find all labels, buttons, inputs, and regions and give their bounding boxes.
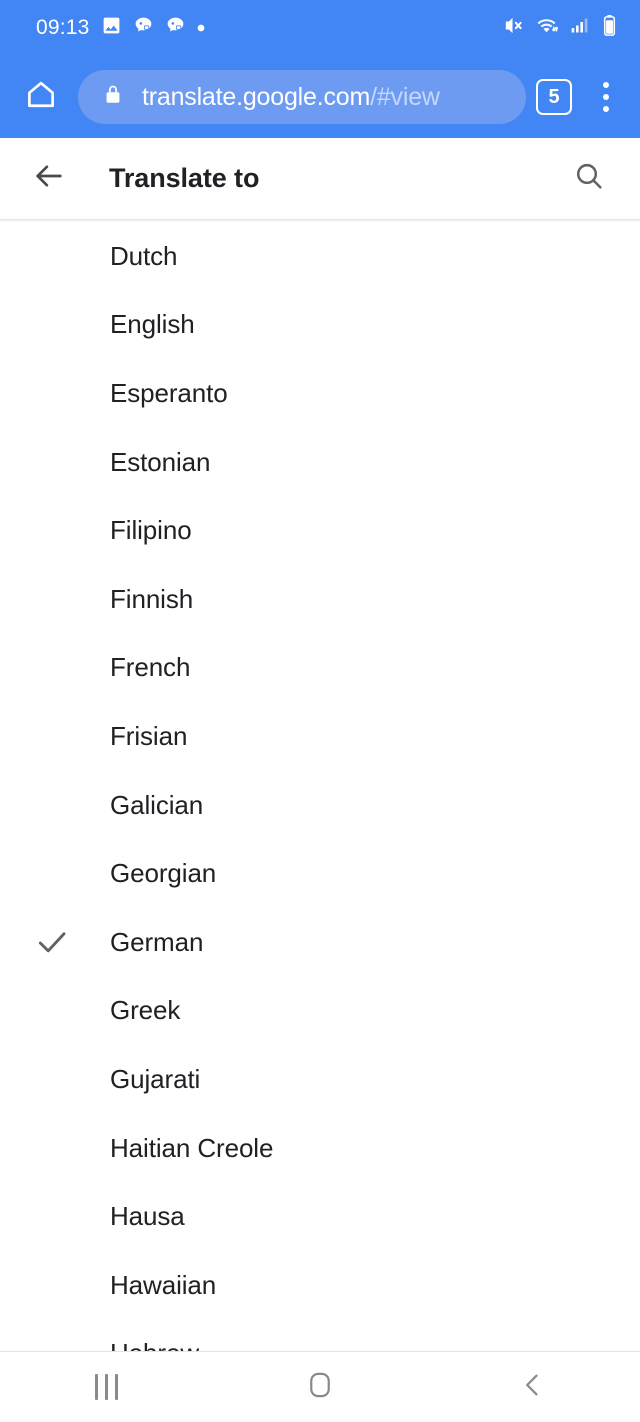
chat-bubble-icon bbox=[133, 15, 154, 41]
lock-icon bbox=[102, 83, 124, 112]
url-bar[interactable]: translate.google.com/#view bbox=[78, 70, 526, 124]
status-clock: 09:13 bbox=[36, 16, 90, 39]
nav-back-button[interactable] bbox=[427, 1352, 640, 1422]
language-list-item-label: Filipino bbox=[110, 515, 192, 546]
nav-recents-button[interactable] bbox=[0, 1352, 213, 1422]
language-list-item-label: French bbox=[110, 652, 191, 683]
language-list-item[interactable]: Greek bbox=[0, 977, 640, 1046]
home-button[interactable] bbox=[12, 68, 70, 126]
language-list-item-label: Frisian bbox=[110, 720, 188, 751]
status-bar-left: 09:13 bbox=[36, 15, 205, 41]
language-list-item-label: Estonian bbox=[110, 446, 211, 477]
back-arrow-icon bbox=[32, 159, 66, 198]
check-icon bbox=[0, 923, 110, 961]
url-text: translate.google.com/#view bbox=[142, 83, 440, 112]
battery-icon bbox=[601, 14, 618, 42]
status-bar-right bbox=[501, 14, 618, 42]
language-list-item[interactable]: Gujarati bbox=[0, 1045, 640, 1114]
phone-screen: 09:13 translate.google.com/#view 5 Trans… bbox=[0, 0, 640, 1422]
language-list-item[interactable]: Georgian bbox=[0, 839, 640, 908]
language-list-item-label: Esperanto bbox=[110, 377, 228, 408]
language-list-item[interactable]: Estonian bbox=[0, 428, 640, 497]
language-list-item[interactable]: Hebrew bbox=[0, 1320, 640, 1351]
cellular-signal-icon bbox=[569, 15, 590, 41]
chat-bubble-icon bbox=[165, 15, 186, 41]
language-list-item-label: Hausa bbox=[110, 1201, 185, 1232]
language-list-item-label: Finnish bbox=[110, 583, 194, 614]
home-icon bbox=[24, 78, 58, 117]
language-list-item[interactable]: Hausa bbox=[0, 1182, 640, 1251]
language-list-item-label: Dutch bbox=[110, 240, 178, 271]
back-button[interactable] bbox=[22, 152, 76, 206]
search-icon bbox=[573, 160, 605, 197]
language-list-item[interactable]: Galician bbox=[0, 771, 640, 840]
url-path: /#view bbox=[370, 82, 440, 111]
language-list-item-label: Hawaiian bbox=[110, 1269, 217, 1300]
language-list-item[interactable]: German bbox=[0, 908, 640, 977]
nav-home-button[interactable] bbox=[213, 1352, 426, 1422]
language-list-item[interactable]: Haitian Creole bbox=[0, 1114, 640, 1183]
language-list-item-label: German bbox=[110, 926, 204, 957]
kebab-menu-icon[interactable] bbox=[586, 74, 626, 120]
language-list[interactable]: Dutch English Esperanto Estonian Filipino Fin… bbox=[0, 222, 640, 1351]
kebab-dot bbox=[603, 82, 609, 88]
language-list-item-label: Haitian Creole bbox=[110, 1132, 274, 1163]
page-title: Translate to bbox=[109, 163, 260, 193]
language-list-item[interactable]: French bbox=[0, 634, 640, 703]
language-list-item-label: Greek bbox=[110, 995, 181, 1026]
tab-counter-button[interactable]: 5 bbox=[536, 79, 572, 115]
url-host: translate.google.com bbox=[142, 82, 371, 111]
language-list-item[interactable]: Finnish bbox=[0, 565, 640, 634]
mute-icon bbox=[501, 14, 524, 42]
tab-count-label: 5 bbox=[548, 85, 560, 108]
omnibox-row: translate.google.com/#view 5 bbox=[0, 56, 640, 138]
language-list-item[interactable]: English bbox=[0, 291, 640, 360]
back-icon bbox=[519, 1371, 547, 1404]
kebab-dot bbox=[603, 106, 609, 112]
browser-chrome: 09:13 translate.google.com/#view 5 bbox=[0, 0, 640, 138]
language-list-item-label: Galician bbox=[110, 789, 204, 820]
app-header: Translate to bbox=[0, 138, 640, 219]
home-icon bbox=[306, 1371, 334, 1404]
android-nav-bar bbox=[0, 1351, 640, 1422]
language-list-item[interactable]: Dutch bbox=[0, 222, 640, 291]
image-icon bbox=[101, 15, 122, 41]
search-button[interactable] bbox=[562, 152, 616, 206]
language-list-item[interactable]: Filipino bbox=[0, 496, 640, 565]
language-list-item[interactable]: Hawaiian bbox=[0, 1251, 640, 1320]
language-list-item[interactable]: Esperanto bbox=[0, 359, 640, 428]
recents-icon bbox=[95, 1374, 119, 1400]
language-list-item-label: Hebrew bbox=[110, 1338, 199, 1351]
language-list-item-label: English bbox=[110, 309, 195, 340]
language-list-item[interactable]: Frisian bbox=[0, 702, 640, 771]
language-list-item-label: Gujarati bbox=[110, 1063, 201, 1094]
dot-icon bbox=[197, 19, 205, 37]
status-bar: 09:13 bbox=[0, 0, 640, 56]
language-list-item-label: Georgian bbox=[110, 858, 217, 889]
kebab-dot bbox=[603, 94, 609, 100]
wifi-icon bbox=[535, 14, 559, 42]
